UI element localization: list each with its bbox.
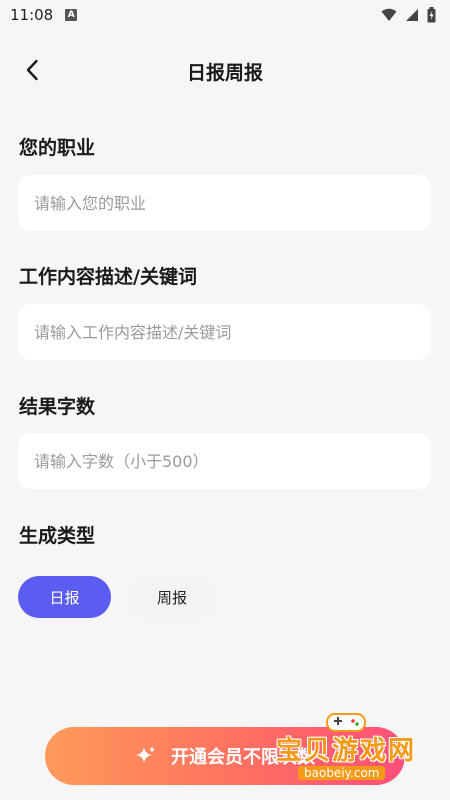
type-label: 生成类型 (19, 525, 96, 547)
description-label: 工作内容描述/关键词 (19, 266, 197, 288)
status-icons (381, 7, 436, 23)
description-input[interactable] (18, 304, 431, 360)
battery-icon (427, 7, 436, 23)
signal-icon (406, 9, 418, 21)
type-option-weekly[interactable]: 周报 (128, 576, 216, 618)
word-count-label: 结果字数 (19, 396, 96, 418)
wifi-icon (381, 8, 397, 21)
status-time: 11:08 (10, 6, 54, 24)
watermark-text: 宝贝游戏网 (276, 736, 417, 766)
page-title: 日报周报 (186, 62, 263, 84)
watermark: 宝贝游戏网 baobeiy.com (276, 708, 441, 786)
watermark-url: baobeiy.com (298, 766, 386, 780)
header: 日报周报 (0, 44, 450, 96)
occupation-label: 您的职业 (19, 137, 96, 159)
sparkle-icon (136, 746, 155, 763)
occupation-input[interactable] (18, 175, 431, 231)
type-option-daily[interactable]: 日报 (18, 576, 111, 618)
status-bar: 11:08 A (0, 0, 450, 30)
notification-icon: A (65, 9, 78, 21)
word-count-input[interactable] (18, 433, 431, 489)
